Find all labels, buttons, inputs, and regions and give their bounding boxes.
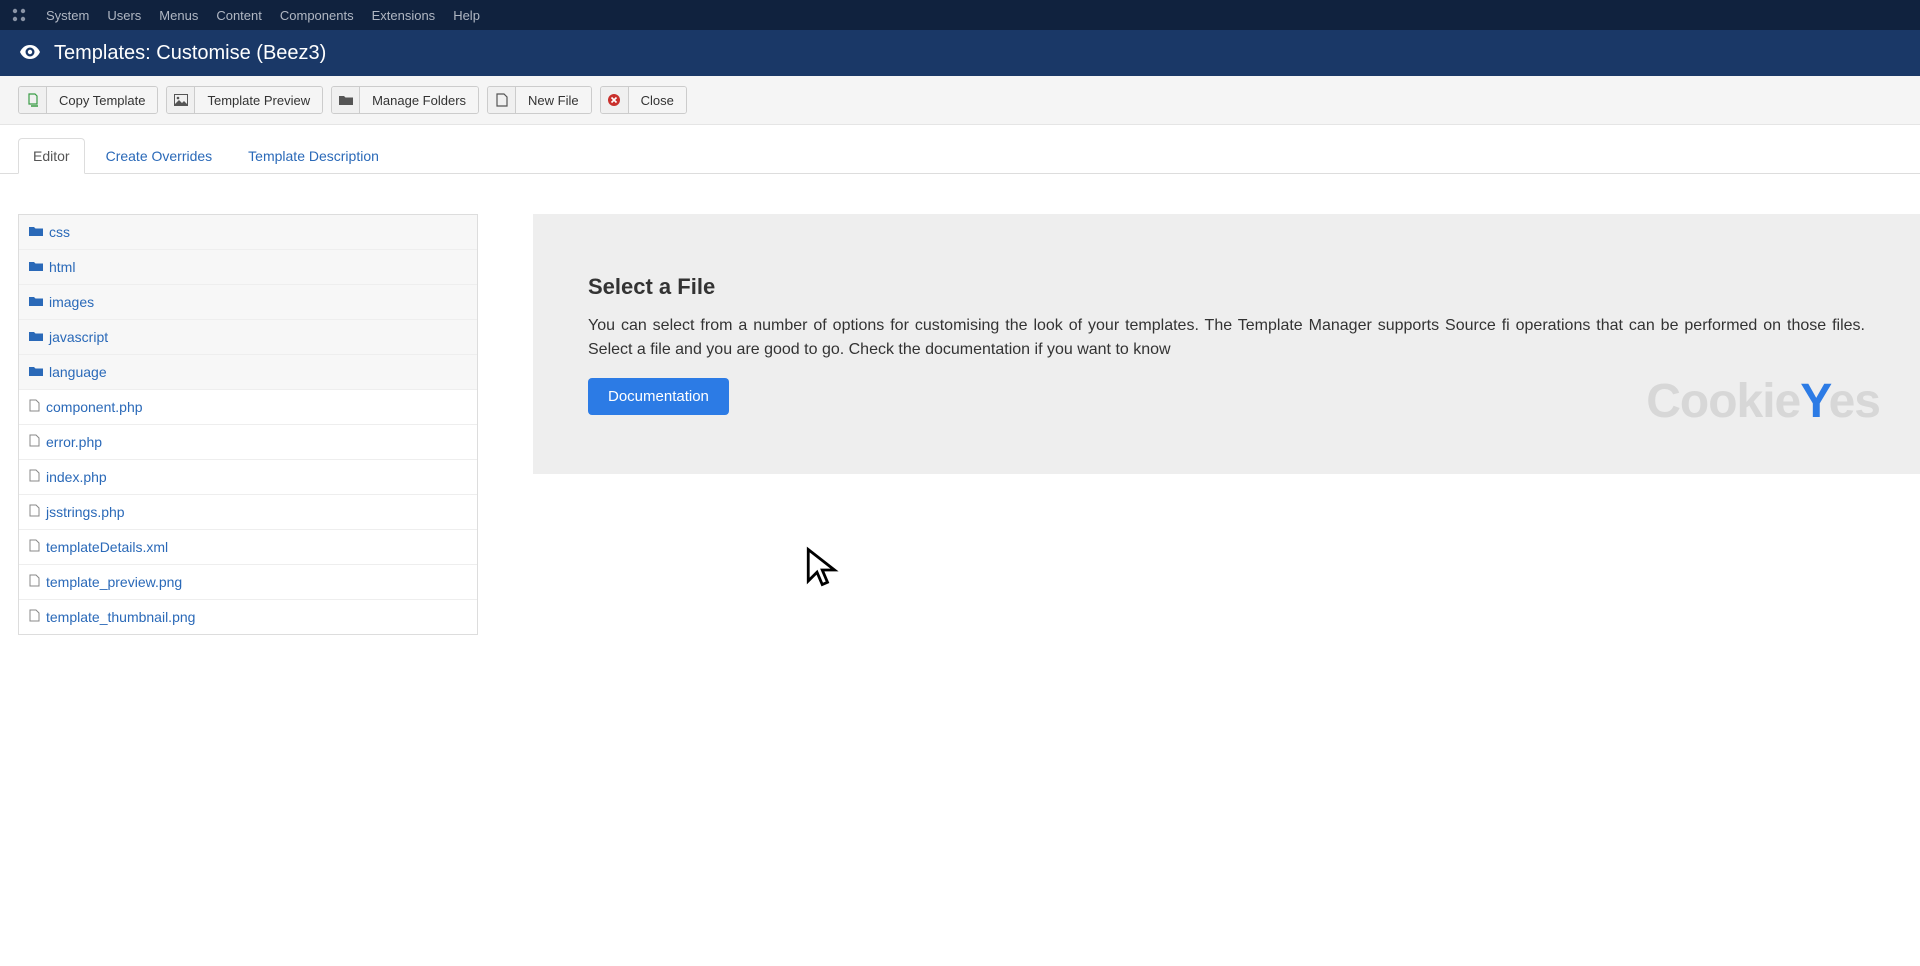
file-jsstrings-php[interactable]: jsstrings.php: [19, 495, 477, 530]
main-area: css html images javascript language comp…: [0, 174, 1920, 635]
copy-icon: [19, 87, 47, 113]
folder-javascript[interactable]: javascript: [19, 320, 477, 355]
file-label: error.php: [46, 434, 102, 450]
menu-users[interactable]: Users: [107, 8, 141, 23]
folder-icon: [29, 224, 43, 240]
folder-language[interactable]: language: [19, 355, 477, 390]
close-icon: [601, 87, 629, 113]
folder-icon: [332, 87, 360, 113]
joomla-logo-icon: [10, 6, 28, 24]
menu-menus[interactable]: Menus: [159, 8, 198, 23]
folder-label: language: [49, 364, 107, 380]
toolbar: Copy Template Template Preview Manage Fo…: [0, 76, 1920, 125]
top-nav: System Users Menus Content Components Ex…: [0, 0, 1920, 30]
folder-icon: [29, 364, 43, 380]
file-icon: [29, 434, 40, 450]
file-label: index.php: [46, 469, 107, 485]
watermark-y: Y: [1800, 375, 1828, 428]
folder-icon: [29, 294, 43, 310]
title-bar: Templates: Customise (Beez3): [0, 30, 1920, 76]
folder-css[interactable]: css: [19, 215, 477, 250]
file-label: templateDetails.xml: [46, 539, 168, 555]
file-index-php[interactable]: index.php: [19, 460, 477, 495]
eye-icon: [20, 45, 40, 62]
folder-icon: [29, 259, 43, 275]
menu-help[interactable]: Help: [453, 8, 480, 23]
watermark: CookieYes: [1646, 374, 1880, 429]
file-tree: css html images javascript language comp…: [18, 214, 478, 635]
template-preview-label: Template Preview: [195, 87, 322, 113]
tab-create-overrides[interactable]: Create Overrides: [91, 138, 228, 174]
tab-template-description[interactable]: Template Description: [233, 138, 394, 174]
close-button[interactable]: Close: [600, 86, 687, 114]
file-icon: [488, 87, 516, 113]
file-label: template_preview.png: [46, 574, 182, 590]
tab-editor[interactable]: Editor: [18, 138, 85, 174]
template-preview-button[interactable]: Template Preview: [166, 86, 323, 114]
folder-images[interactable]: images: [19, 285, 477, 320]
new-file-button[interactable]: New File: [487, 86, 592, 114]
menu-system[interactable]: System: [46, 8, 89, 23]
folder-html[interactable]: html: [19, 250, 477, 285]
manage-folders-label: Manage Folders: [360, 87, 478, 113]
file-icon: [29, 469, 40, 485]
folder-label: css: [49, 224, 70, 240]
file-icon: [29, 399, 40, 415]
file-templatedetails-xml[interactable]: templateDetails.xml: [19, 530, 477, 565]
page-title: Templates: Customise (Beez3): [54, 42, 326, 65]
file-icon: [29, 504, 40, 520]
documentation-button[interactable]: Documentation: [588, 378, 729, 415]
file-icon: [29, 539, 40, 555]
panel-body: You can select from a number of options …: [588, 314, 1865, 362]
file-template-preview-png[interactable]: template_preview.png: [19, 565, 477, 600]
copy-template-label: Copy Template: [47, 87, 157, 113]
file-error-php[interactable]: error.php: [19, 425, 477, 460]
file-icon: [29, 574, 40, 590]
folder-label: javascript: [49, 329, 108, 345]
menu-content[interactable]: Content: [216, 8, 262, 23]
file-template-thumbnail-png[interactable]: template_thumbnail.png: [19, 600, 477, 634]
menu-extensions[interactable]: Extensions: [372, 8, 436, 23]
copy-template-button[interactable]: Copy Template: [18, 86, 158, 114]
tabs: Editor Create Overrides Template Descrip…: [0, 125, 1920, 174]
folder-icon: [29, 329, 43, 345]
file-label: component.php: [46, 399, 143, 415]
file-component-php[interactable]: component.php: [19, 390, 477, 425]
close-label: Close: [629, 87, 686, 113]
panel-heading: Select a File: [588, 274, 1865, 300]
watermark-post: es: [1829, 375, 1880, 428]
file-label: template_thumbnail.png: [46, 609, 195, 625]
menu-components[interactable]: Components: [280, 8, 354, 23]
picture-icon: [167, 87, 195, 113]
file-icon: [29, 609, 40, 625]
folder-label: html: [49, 259, 75, 275]
file-label: jsstrings.php: [46, 504, 125, 520]
watermark-pre: Cookie: [1646, 375, 1800, 428]
manage-folders-button[interactable]: Manage Folders: [331, 86, 479, 114]
folder-label: images: [49, 294, 94, 310]
info-panel: Select a File You can select from a numb…: [533, 214, 1920, 474]
top-menu: System Users Menus Content Components Ex…: [46, 8, 480, 23]
new-file-label: New File: [516, 87, 591, 113]
